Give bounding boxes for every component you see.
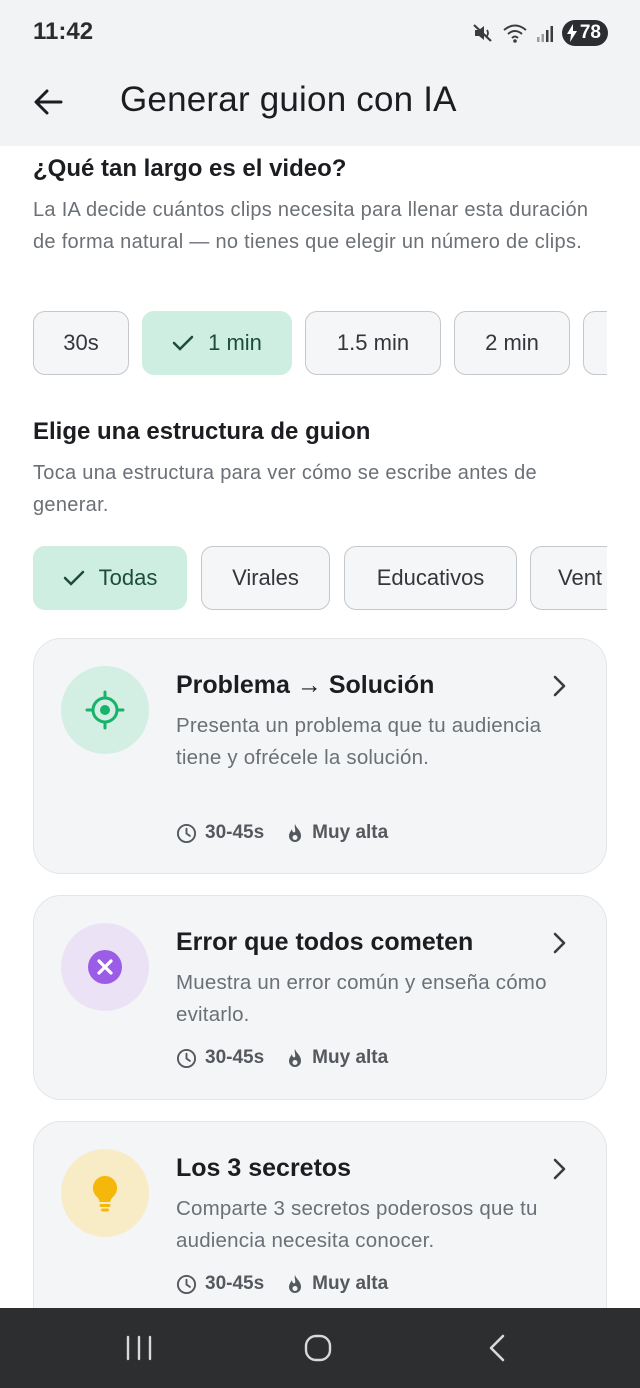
- chevron-right-icon: [553, 932, 566, 954]
- structure-card-problema-solucion[interactable]: Problema → Solución Presenta un problema…: [33, 638, 607, 874]
- status-time: 11:42: [33, 18, 94, 45]
- home-button[interactable]: [283, 1322, 353, 1374]
- chevron-right-icon: [553, 1158, 566, 1180]
- popularity-meta: Muy alta: [286, 822, 388, 844]
- top-bar: 11:42 78 Generar guion con IA: [0, 0, 640, 146]
- length-chip-more[interactable]: [583, 311, 607, 375]
- length-chip-2min[interactable]: 2 min: [454, 311, 570, 375]
- card-meta: 30-45s Muy alta: [176, 822, 410, 844]
- card-duration: 30-45s: [205, 822, 265, 843]
- card-description: Comparte 3 secretos poderosos que tu aud…: [176, 1197, 538, 1252]
- chip-label: Vent: [558, 565, 603, 590]
- chip-label: 30s: [63, 330, 99, 355]
- flame-icon: [289, 1048, 302, 1067]
- card-title: Problema → Solución: [176, 671, 435, 699]
- card-popularity: Muy alta: [312, 1047, 389, 1068]
- popularity-meta: Muy alta: [286, 1273, 388, 1295]
- app-bar: Generar guion con IA: [0, 66, 640, 146]
- target-icon: [85, 690, 125, 730]
- wifi-icon: [503, 24, 527, 43]
- back-button[interactable]: [24, 78, 72, 126]
- battery-indicator: 78: [561, 20, 608, 46]
- clock-icon: [176, 823, 197, 843]
- clock-icon: [176, 1274, 197, 1294]
- card-title: Los 3 secretos: [176, 1154, 352, 1182]
- length-chip-1-5min[interactable]: 1.5 min: [305, 311, 441, 375]
- chip-label: 1.5 min: [336, 330, 410, 355]
- card-description: Muestra un error común y enseña cómo evi…: [176, 971, 547, 1026]
- chip-label: Virales: [232, 565, 299, 590]
- chevron-left-icon: [489, 1334, 505, 1362]
- filter-chip-todas[interactable]: Todas: [33, 546, 187, 610]
- card-meta: 30-45s Muy alta: [176, 1273, 410, 1295]
- recent-apps-icon: [126, 1335, 152, 1361]
- mute-icon: [473, 24, 492, 42]
- filter-chip-educativos[interactable]: Educativos: [344, 546, 517, 610]
- length-chip-1min[interactable]: 1 min: [142, 311, 292, 375]
- status-bar: 11:42 78: [0, 0, 640, 66]
- signal-icon: [536, 26, 553, 42]
- check-icon: [172, 335, 194, 351]
- duration-meta: 30-45s: [176, 822, 264, 844]
- chip-label: Todas: [98, 565, 158, 590]
- length-section-subtitle: La IA decide cuántos clips necesita para…: [33, 199, 589, 253]
- structure-filters: Todas Virales Educativos Vent: [33, 546, 607, 612]
- charging-icon: [566, 24, 577, 42]
- x-circle-icon: [88, 950, 122, 984]
- card-icon-badge: [61, 1149, 149, 1237]
- structure-section-title: Elige una estructura de guion: [33, 418, 371, 445]
- check-icon: [63, 570, 84, 586]
- card-meta: 30-45s Muy alta: [176, 1047, 410, 1069]
- structure-card-error-comun[interactable]: Error que todos cometen Muestra un error…: [33, 895, 607, 1100]
- duration-meta: 30-45s: [176, 1047, 264, 1069]
- chip-label: 2 min: [485, 330, 539, 355]
- card-popularity: Muy alta: [312, 822, 389, 843]
- clock-icon: [176, 1048, 197, 1068]
- home-icon: [304, 1334, 332, 1362]
- lightbulb-icon: [92, 1175, 118, 1212]
- duration-meta: 30-45s: [176, 1273, 264, 1295]
- card-icon-badge: [61, 923, 149, 1011]
- chip-label: 1 min: [208, 330, 262, 355]
- system-nav-bar: [0, 1308, 640, 1388]
- system-back-button[interactable]: [462, 1322, 532, 1374]
- arrow-left-icon: [34, 89, 63, 115]
- card-icon-badge: [61, 666, 149, 754]
- card-popularity: Muy alta: [312, 1273, 389, 1294]
- chevron-right-icon: [553, 675, 566, 697]
- popularity-meta: Muy alta: [286, 1047, 388, 1069]
- filter-chip-virales[interactable]: Virales: [201, 546, 330, 610]
- status-icons: 78: [472, 20, 608, 46]
- length-chip-30s[interactable]: 30s: [33, 311, 129, 375]
- card-description: Presenta un problema que tu audiencia ti…: [176, 714, 542, 769]
- filter-chip-ventas[interactable]: Vent: [530, 546, 607, 610]
- battery-level: 78: [579, 22, 601, 43]
- flame-icon: [289, 1274, 302, 1293]
- structure-section-subtitle: Toca una estructura para ver cómo se esc…: [33, 462, 537, 516]
- chip-label: Educativos: [376, 565, 485, 590]
- recent-apps-button[interactable]: [104, 1322, 174, 1374]
- length-section-title: ¿Qué tan largo es el video?: [33, 155, 347, 182]
- length-options: 30s 1 min 1.5 min 2 min: [33, 311, 607, 377]
- card-title: Error que todos cometen: [176, 928, 474, 956]
- flame-icon: [289, 823, 302, 842]
- card-duration: 30-45s: [205, 1273, 265, 1294]
- page-title: Generar guion con IA: [120, 80, 457, 119]
- card-duration: 30-45s: [205, 1047, 265, 1068]
